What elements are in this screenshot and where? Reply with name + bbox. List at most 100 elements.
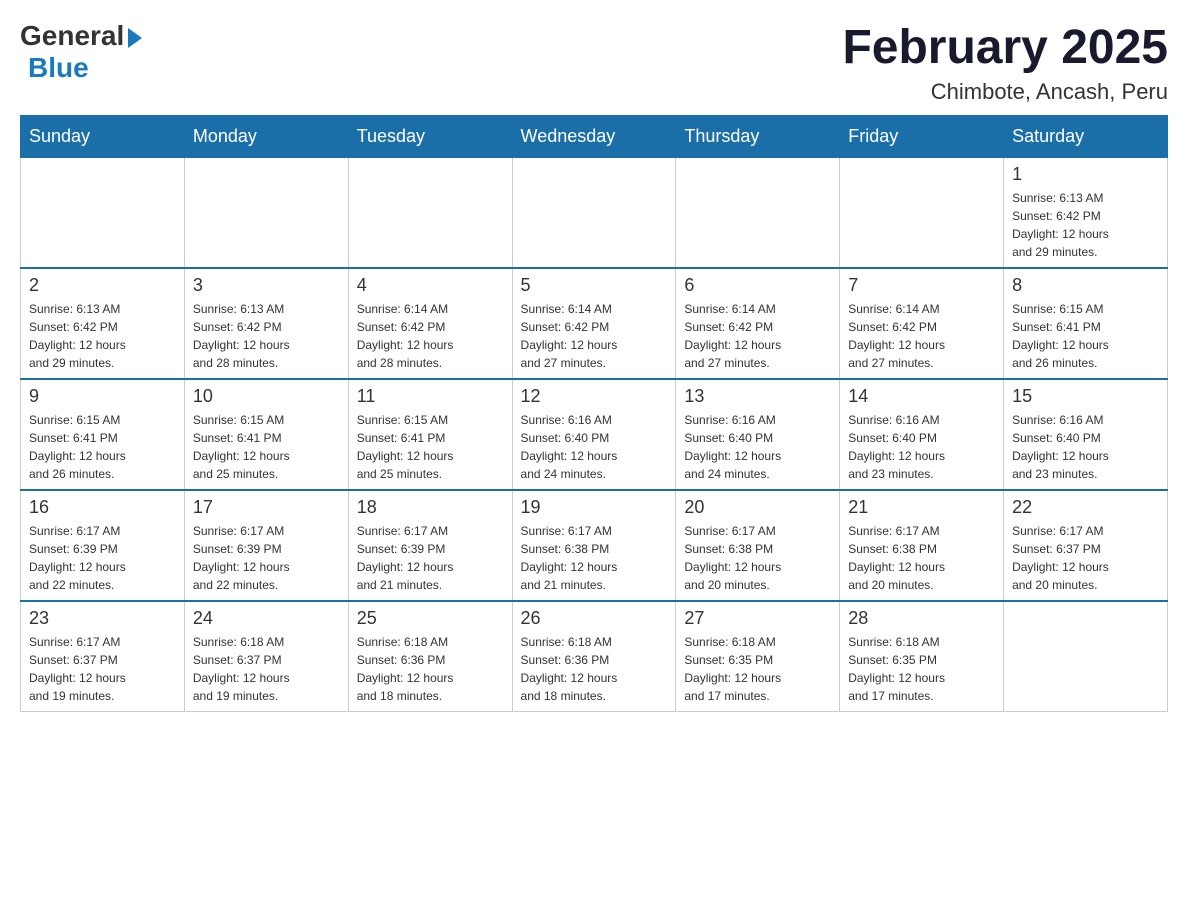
calendar-cell: 20 Sunrise: 6:17 AM Sunset: 6:38 PM Dayli…	[676, 490, 840, 601]
day-number: 19	[521, 497, 668, 518]
day-info: Sunrise: 6:18 AM Sunset: 6:36 PM Dayligh…	[521, 633, 668, 705]
calendar-title: February 2025	[842, 20, 1168, 75]
calendar-cell: 18 Sunrise: 6:17 AM Sunset: 6:39 PM Dayli…	[348, 490, 512, 601]
calendar-cell: 16 Sunrise: 6:17 AM Sunset: 6:39 PM Dayli…	[21, 490, 185, 601]
day-info: Sunrise: 6:18 AM Sunset: 6:37 PM Dayligh…	[193, 633, 340, 705]
day-number: 26	[521, 608, 668, 629]
day-info: Sunrise: 6:16 AM Sunset: 6:40 PM Dayligh…	[684, 411, 831, 483]
calendar-cell	[21, 158, 185, 269]
day-number: 17	[193, 497, 340, 518]
day-info: Sunrise: 6:15 AM Sunset: 6:41 PM Dayligh…	[1012, 300, 1159, 372]
calendar-cell: 26 Sunrise: 6:18 AM Sunset: 6:36 PM Dayli…	[512, 601, 676, 712]
calendar-cell: 24 Sunrise: 6:18 AM Sunset: 6:37 PM Dayli…	[184, 601, 348, 712]
day-info: Sunrise: 6:13 AM Sunset: 6:42 PM Dayligh…	[29, 300, 176, 372]
logo-blue-text: Blue	[28, 52, 89, 84]
calendar-cell: 17 Sunrise: 6:17 AM Sunset: 6:39 PM Dayli…	[184, 490, 348, 601]
day-number: 7	[848, 275, 995, 296]
calendar-cell: 5 Sunrise: 6:14 AM Sunset: 6:42 PM Daylig…	[512, 268, 676, 379]
calendar-cell	[184, 158, 348, 269]
calendar-cell	[348, 158, 512, 269]
calendar-cell	[1004, 601, 1168, 712]
day-number: 21	[848, 497, 995, 518]
day-number: 28	[848, 608, 995, 629]
day-of-week-header: Saturday	[1004, 116, 1168, 158]
day-info: Sunrise: 6:15 AM Sunset: 6:41 PM Dayligh…	[357, 411, 504, 483]
calendar-cell: 10 Sunrise: 6:15 AM Sunset: 6:41 PM Dayli…	[184, 379, 348, 490]
logo-general-text: General	[20, 20, 124, 52]
calendar-cell: 13 Sunrise: 6:16 AM Sunset: 6:40 PM Dayli…	[676, 379, 840, 490]
day-number: 16	[29, 497, 176, 518]
day-info: Sunrise: 6:17 AM Sunset: 6:39 PM Dayligh…	[29, 522, 176, 594]
day-number: 6	[684, 275, 831, 296]
calendar-cell: 7 Sunrise: 6:14 AM Sunset: 6:42 PM Daylig…	[840, 268, 1004, 379]
calendar-subtitle: Chimbote, Ancash, Peru	[842, 79, 1168, 105]
day-number: 4	[357, 275, 504, 296]
day-number: 5	[521, 275, 668, 296]
day-info: Sunrise: 6:16 AM Sunset: 6:40 PM Dayligh…	[848, 411, 995, 483]
calendar-cell	[840, 158, 1004, 269]
day-info: Sunrise: 6:14 AM Sunset: 6:42 PM Dayligh…	[521, 300, 668, 372]
day-info: Sunrise: 6:14 AM Sunset: 6:42 PM Dayligh…	[684, 300, 831, 372]
day-number: 12	[521, 386, 668, 407]
day-number: 15	[1012, 386, 1159, 407]
day-info: Sunrise: 6:17 AM Sunset: 6:38 PM Dayligh…	[684, 522, 831, 594]
calendar-header-row: SundayMondayTuesdayWednesdayThursdayFrid…	[21, 116, 1168, 158]
day-of-week-header: Wednesday	[512, 116, 676, 158]
day-number: 18	[357, 497, 504, 518]
calendar-cell: 1Sunrise: 6:13 AM Sunset: 6:42 PM Daylig…	[1004, 158, 1168, 269]
calendar-week-row: 1Sunrise: 6:13 AM Sunset: 6:42 PM Daylig…	[21, 158, 1168, 269]
day-number: 8	[1012, 275, 1159, 296]
day-info: Sunrise: 6:15 AM Sunset: 6:41 PM Dayligh…	[193, 411, 340, 483]
page-header: General Blue February 2025 Chimbote, Anc…	[20, 20, 1168, 105]
calendar-table: SundayMondayTuesdayWednesdayThursdayFrid…	[20, 115, 1168, 712]
day-number: 23	[29, 608, 176, 629]
day-info: Sunrise: 6:17 AM Sunset: 6:39 PM Dayligh…	[357, 522, 504, 594]
day-number: 13	[684, 386, 831, 407]
calendar-cell	[676, 158, 840, 269]
calendar-cell: 2 Sunrise: 6:13 AM Sunset: 6:42 PM Daylig…	[21, 268, 185, 379]
logo-arrow-icon	[128, 28, 142, 48]
day-info: Sunrise: 6:16 AM Sunset: 6:40 PM Dayligh…	[521, 411, 668, 483]
calendar-week-row: 23 Sunrise: 6:17 AM Sunset: 6:37 PM Dayli…	[21, 601, 1168, 712]
calendar-cell	[512, 158, 676, 269]
day-number: 22	[1012, 497, 1159, 518]
day-info: Sunrise: 6:18 AM Sunset: 6:35 PM Dayligh…	[848, 633, 995, 705]
day-number: 10	[193, 386, 340, 407]
calendar-cell: 14 Sunrise: 6:16 AM Sunset: 6:40 PM Dayli…	[840, 379, 1004, 490]
day-info: Sunrise: 6:14 AM Sunset: 6:42 PM Dayligh…	[848, 300, 995, 372]
calendar-week-row: 9 Sunrise: 6:15 AM Sunset: 6:41 PM Daylig…	[21, 379, 1168, 490]
day-of-week-header: Monday	[184, 116, 348, 158]
day-info: Sunrise: 6:18 AM Sunset: 6:35 PM Dayligh…	[684, 633, 831, 705]
day-number: 11	[357, 386, 504, 407]
day-number: 20	[684, 497, 831, 518]
day-number: 25	[357, 608, 504, 629]
day-info: Sunrise: 6:17 AM Sunset: 6:38 PM Dayligh…	[848, 522, 995, 594]
day-number: 24	[193, 608, 340, 629]
day-number: 2	[29, 275, 176, 296]
day-number: 3	[193, 275, 340, 296]
day-info: Sunrise: 6:17 AM Sunset: 6:37 PM Dayligh…	[29, 633, 176, 705]
day-number: 14	[848, 386, 995, 407]
day-info: Sunrise: 6:13 AM Sunset: 6:42 PM Dayligh…	[1012, 189, 1159, 261]
calendar-cell: 27Sunrise: 6:18 AM Sunset: 6:35 PM Dayli…	[676, 601, 840, 712]
calendar-cell: 12 Sunrise: 6:16 AM Sunset: 6:40 PM Dayli…	[512, 379, 676, 490]
day-of-week-header: Tuesday	[348, 116, 512, 158]
day-number: 9	[29, 386, 176, 407]
calendar-cell: 4Sunrise: 6:14 AM Sunset: 6:42 PM Daylig…	[348, 268, 512, 379]
day-info: Sunrise: 6:18 AM Sunset: 6:36 PM Dayligh…	[357, 633, 504, 705]
title-section: February 2025 Chimbote, Ancash, Peru	[842, 20, 1168, 105]
day-info: Sunrise: 6:17 AM Sunset: 6:39 PM Dayligh…	[193, 522, 340, 594]
day-info: Sunrise: 6:16 AM Sunset: 6:40 PM Dayligh…	[1012, 411, 1159, 483]
calendar-cell: 22Sunrise: 6:17 AM Sunset: 6:37 PM Dayli…	[1004, 490, 1168, 601]
day-info: Sunrise: 6:15 AM Sunset: 6:41 PM Dayligh…	[29, 411, 176, 483]
day-of-week-header: Friday	[840, 116, 1004, 158]
day-info: Sunrise: 6:17 AM Sunset: 6:38 PM Dayligh…	[521, 522, 668, 594]
calendar-cell: 19 Sunrise: 6:17 AM Sunset: 6:38 PM Dayli…	[512, 490, 676, 601]
day-info: Sunrise: 6:13 AM Sunset: 6:42 PM Dayligh…	[193, 300, 340, 372]
logo: General Blue	[20, 20, 142, 84]
calendar-cell: 21 Sunrise: 6:17 AM Sunset: 6:38 PM Dayli…	[840, 490, 1004, 601]
calendar-cell: 28 Sunrise: 6:18 AM Sunset: 6:35 PM Dayli…	[840, 601, 1004, 712]
calendar-cell: 6 Sunrise: 6:14 AM Sunset: 6:42 PM Daylig…	[676, 268, 840, 379]
calendar-cell: 15 Sunrise: 6:16 AM Sunset: 6:40 PM Dayli…	[1004, 379, 1168, 490]
calendar-cell: 25 Sunrise: 6:18 AM Sunset: 6:36 PM Dayli…	[348, 601, 512, 712]
